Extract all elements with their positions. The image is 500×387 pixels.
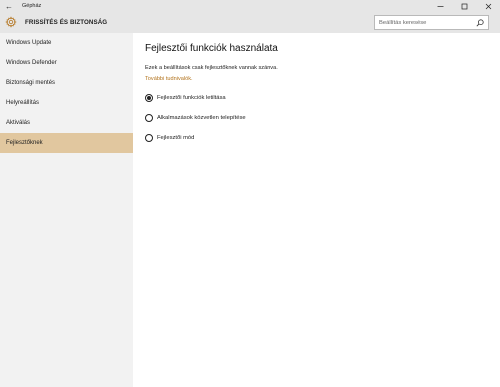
learn-more-link[interactable]: További tudnivalók. bbox=[145, 76, 193, 82]
search-box[interactable]: Beállítás keresése bbox=[374, 15, 489, 30]
radio-label: Fejlesztői mód bbox=[157, 135, 195, 141]
sidebar-item-for-developers[interactable]: Fejlesztőknek bbox=[0, 133, 133, 153]
gear-icon bbox=[5, 16, 17, 28]
close-icon bbox=[485, 3, 491, 9]
close-button[interactable] bbox=[476, 0, 500, 12]
minimize-button[interactable] bbox=[428, 0, 452, 12]
back-button[interactable]: ← bbox=[0, 0, 18, 12]
sidebar-item-backup[interactable]: Biztonsági mentés bbox=[0, 73, 133, 93]
maximize-icon bbox=[461, 3, 467, 9]
window-controls bbox=[428, 0, 500, 12]
description-text: Ezek a beállítások csak fejlesztőknek va… bbox=[145, 65, 278, 71]
settings-header: FRISSÍTÉS ÉS BIZTONSÁG Beállítás keresés… bbox=[0, 12, 500, 33]
sidebar: Windows Update Windows Defender Biztonsá… bbox=[0, 33, 133, 387]
radio-option-developer-mode[interactable]: Fejlesztői mód bbox=[145, 134, 194, 142]
radio-button[interactable] bbox=[145, 114, 153, 122]
main-content: Fejlesztői funkciók használata Ezek a be… bbox=[133, 33, 500, 387]
window-title: Gépház bbox=[22, 3, 42, 9]
radio-button[interactable] bbox=[145, 134, 153, 142]
radio-label: Fejlesztői funkciók letiltása bbox=[157, 95, 226, 101]
sidebar-item-windows-update[interactable]: Windows Update bbox=[0, 33, 133, 53]
radio-selected-dot bbox=[147, 96, 151, 100]
radio-label: Alkalmazások közvetlen telepítése bbox=[157, 115, 246, 121]
minimize-icon bbox=[437, 5, 443, 7]
sidebar-item-recovery[interactable]: Helyreállítás bbox=[0, 93, 133, 113]
search-input[interactable]: Beállítás keresése bbox=[379, 20, 474, 26]
sidebar-item-windows-defender[interactable]: Windows Defender bbox=[0, 53, 133, 73]
radio-option-sideload-apps[interactable]: Alkalmazások közvetlen telepítése bbox=[145, 114, 246, 122]
sidebar-item-activation[interactable]: Aktiválás bbox=[0, 113, 133, 133]
section-title: FRISSÍTÉS ÉS BIZTONSÁG bbox=[25, 19, 108, 26]
search-icon[interactable] bbox=[474, 17, 486, 29]
radio-option-disable-dev-features[interactable]: Fejlesztői funkciók letiltása bbox=[145, 94, 226, 102]
back-arrow-icon: ← bbox=[5, 1, 13, 11]
page-title: Fejlesztői funkciók használata bbox=[145, 43, 278, 54]
maximize-button[interactable] bbox=[452, 0, 476, 12]
title-bar: ← Gépház bbox=[0, 0, 500, 12]
radio-button[interactable] bbox=[145, 94, 153, 102]
